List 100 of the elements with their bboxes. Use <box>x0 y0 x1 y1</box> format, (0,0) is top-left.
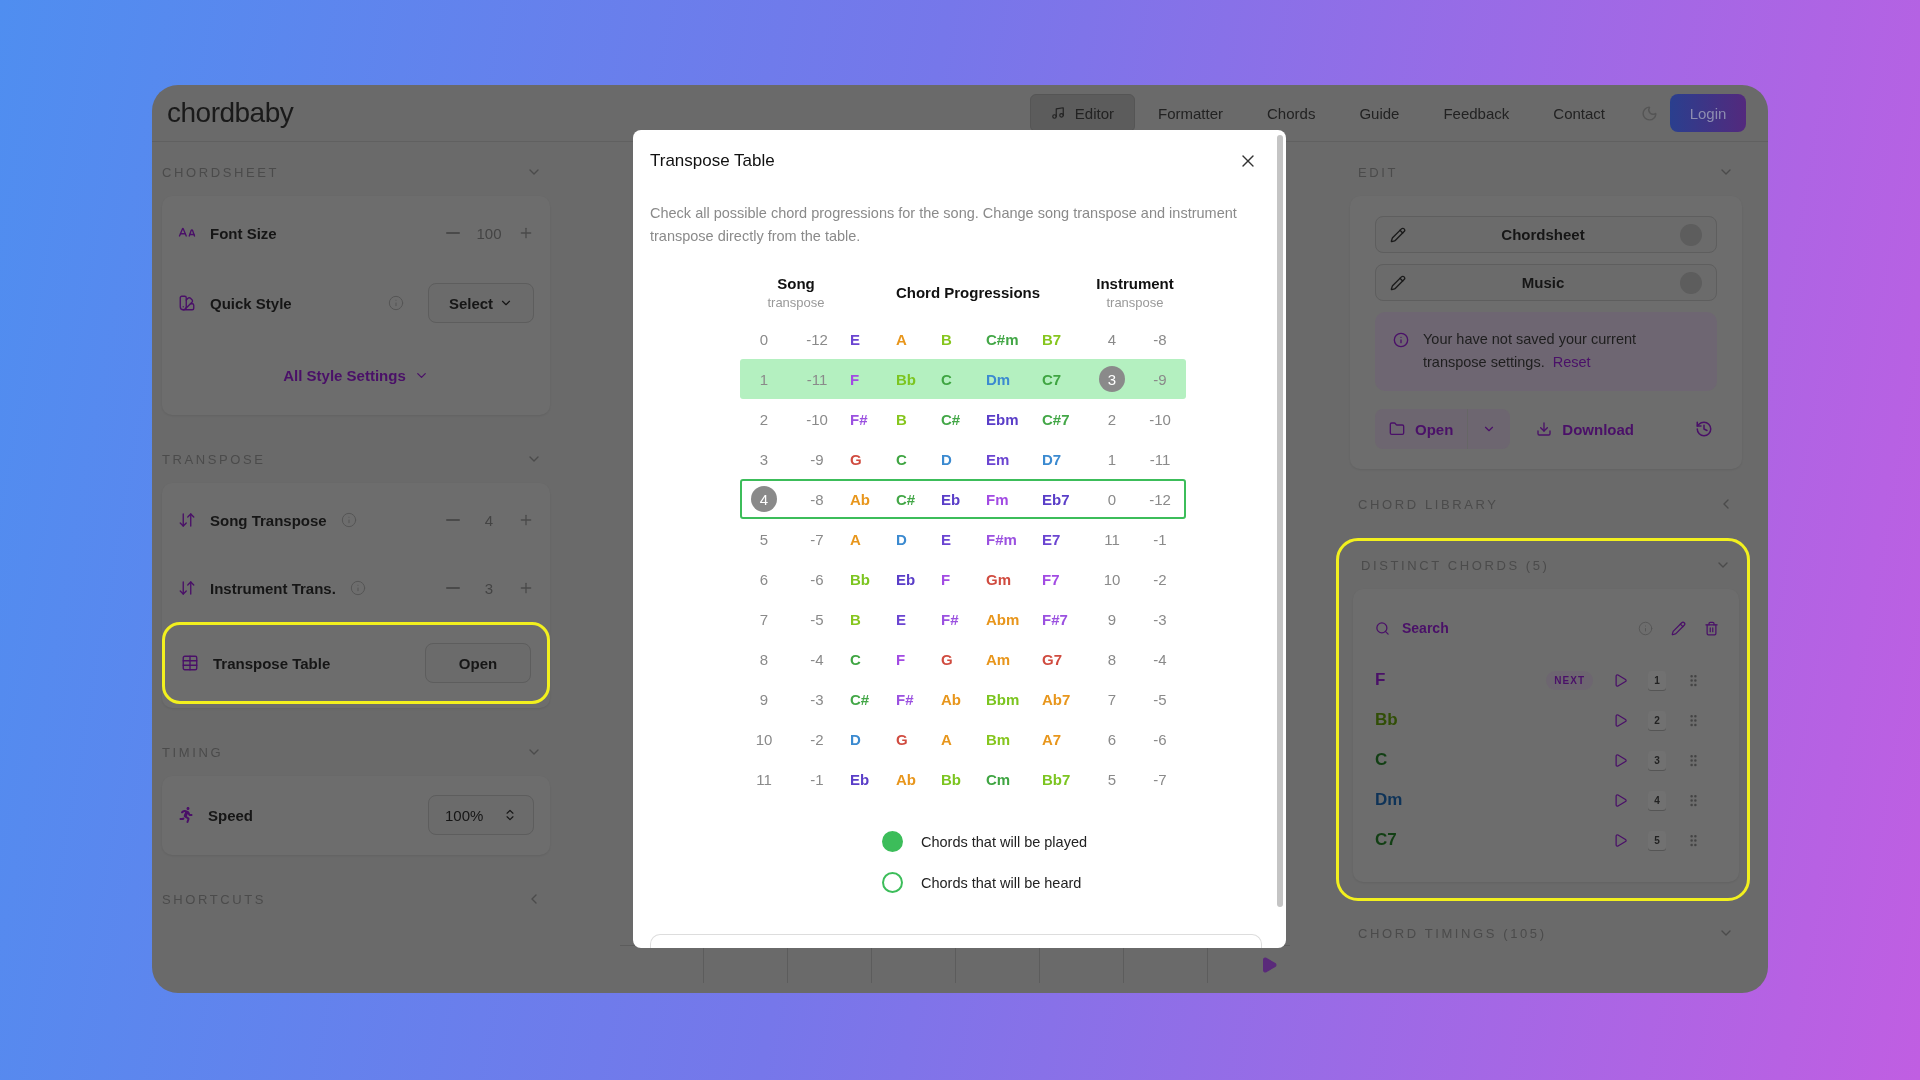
song-transpose-value[interactable]: 3 <box>751 446 777 472</box>
editor-toggle[interactable]: Chordsheet <box>1375 216 1717 253</box>
song-transpose-value[interactable]: 1 <box>751 366 777 392</box>
download-icon <box>1536 421 1553 437</box>
open-button[interactable]: Open <box>425 643 531 683</box>
column-header: Song <box>777 274 815 292</box>
chord-name: Ab <box>850 490 871 508</box>
song-transpose-value[interactable]: 8 <box>751 646 777 672</box>
search-field[interactable]: Search <box>1400 619 1620 637</box>
chord-name: C# <box>896 490 917 508</box>
song-transpose-value[interactable]: 7 <box>751 606 777 632</box>
play-button[interactable] <box>1613 832 1628 848</box>
play-button[interactable] <box>1613 672 1628 688</box>
chord-name: F <box>896 650 907 668</box>
chord-name: Bm <box>986 730 1012 748</box>
download-button[interactable]: Download <box>1522 420 1648 438</box>
nav-tab[interactable]: Chords <box>1246 94 1337 132</box>
chord-name: C# <box>941 410 962 428</box>
play-button[interactable] <box>1613 792 1628 808</box>
chord-name: C7 <box>1042 370 1063 388</box>
song-transpose-value[interactable]: 9 <box>751 686 777 712</box>
song-transpose-value[interactable]: 10 <box>751 726 777 752</box>
instrument-transpose-alt-value: -1 <box>1153 530 1167 548</box>
instrument-transpose-alt-value: -10 <box>1149 410 1171 428</box>
chord-name: Eb <box>941 490 962 508</box>
running-person-icon <box>178 807 194 823</box>
nav-tab[interactable]: Feedback <box>1422 94 1531 132</box>
instrument-transpose-value[interactable]: 6 <box>1099 726 1125 752</box>
instrument-transpose-value[interactable]: 11 <box>1099 526 1125 552</box>
song-transpose-value[interactable]: 5 <box>751 526 777 552</box>
instrument-transpose-value[interactable]: 2 <box>1099 406 1125 432</box>
instrument-transpose-value[interactable]: 10 <box>1099 566 1125 592</box>
chord-name: F# <box>850 410 869 428</box>
filled-legend-dot <box>882 831 903 852</box>
reset-link[interactable]: Reset <box>1552 354 1591 370</box>
trash-icon <box>1704 620 1719 636</box>
song-transpose-alt-value: -1 <box>810 770 824 788</box>
scrollbar[interactable] <box>1277 135 1283 907</box>
play-icon <box>1613 792 1628 808</box>
chord-name: Gm <box>986 570 1012 588</box>
column-header: Chord Progressions <box>895 283 1041 301</box>
song-transpose-value[interactable]: 4 <box>751 486 777 512</box>
play-icon <box>1613 672 1628 688</box>
chord-name: E7 <box>1042 530 1062 548</box>
instrument-transpose-value[interactable]: 7 <box>1099 686 1125 712</box>
setting-label: Quick Style <box>210 294 292 312</box>
logo: chordbaby <box>167 97 294 129</box>
song-transpose-value[interactable]: 11 <box>751 766 777 792</box>
plus-icon <box>518 580 534 596</box>
song-transpose-alt-value: -6 <box>810 570 824 588</box>
chord-name: G <box>941 650 954 668</box>
shortcut-key: 4 <box>1648 790 1666 810</box>
chord-name: D <box>850 730 862 748</box>
song-transpose-value[interactable]: 6 <box>751 566 777 592</box>
instrument-transpose-value[interactable]: 5 <box>1099 766 1125 792</box>
info-button[interactable] <box>1638 620 1653 636</box>
nav-tab[interactable]: Guide <box>1338 94 1421 132</box>
restore-button[interactable] <box>1695 420 1713 438</box>
instrument-transpose-value[interactable]: 4 <box>1099 326 1125 352</box>
increment-button[interactable] <box>518 225 534 241</box>
song-transpose-value[interactable]: 2 <box>751 406 777 432</box>
chord-name: Em <box>986 450 1011 468</box>
chord-name: Eb <box>850 770 871 788</box>
instrument-transpose-value[interactable]: 8 <box>1099 646 1125 672</box>
search-icon <box>1375 620 1390 636</box>
chord-name: Bb <box>896 370 917 388</box>
increment-button[interactable] <box>518 512 534 528</box>
play-button[interactable] <box>1613 752 1628 768</box>
chord-name: F# <box>896 690 915 708</box>
style-select[interactable]: Select <box>428 283 534 323</box>
nav-tab[interactable]: Editor <box>1029 94 1135 132</box>
instrument-transpose-value[interactable]: 0 <box>1099 486 1125 512</box>
chord-name: Dm <box>986 370 1012 388</box>
nav-tab[interactable]: Contact <box>1532 94 1626 132</box>
instrument-transpose-value[interactable]: 1 <box>1099 446 1125 472</box>
chord-name: E <box>941 530 952 548</box>
chord-name: D7 <box>1042 450 1063 468</box>
chord-name: D <box>896 530 908 548</box>
chord-name: Dm <box>1375 790 1404 810</box>
edit-button[interactable] <box>1671 620 1686 636</box>
chord-name: A <box>850 530 862 548</box>
delete-button[interactable] <box>1704 620 1719 636</box>
instrument-transpose-value[interactable]: 3 <box>1099 366 1125 392</box>
folder-icon <box>1389 421 1405 437</box>
column-subheader: transpose <box>1106 294 1164 310</box>
open-button[interactable]: Open <box>1375 409 1468 449</box>
info-icon <box>1638 620 1653 636</box>
all-style-settings-link[interactable]: All Style Settings <box>277 365 435 385</box>
instrument-transpose-alt-value: -2 <box>1153 570 1167 588</box>
chord-name: F <box>941 570 952 588</box>
increment-button[interactable] <box>518 580 534 596</box>
login-button[interactable]: Login <box>1670 94 1746 132</box>
nav-tab[interactable]: Formatter <box>1137 94 1245 132</box>
instrument-transpose-value[interactable]: 9 <box>1099 606 1125 632</box>
dialog-footer-button[interactable] <box>650 934 1262 948</box>
song-transpose-value[interactable]: 0 <box>751 326 777 352</box>
speed-select[interactable]: 100% <box>428 795 534 835</box>
play-button[interactable] <box>1613 712 1628 728</box>
editor-toggle[interactable]: Music <box>1375 264 1717 301</box>
song-transpose-alt-value: -5 <box>810 610 824 628</box>
